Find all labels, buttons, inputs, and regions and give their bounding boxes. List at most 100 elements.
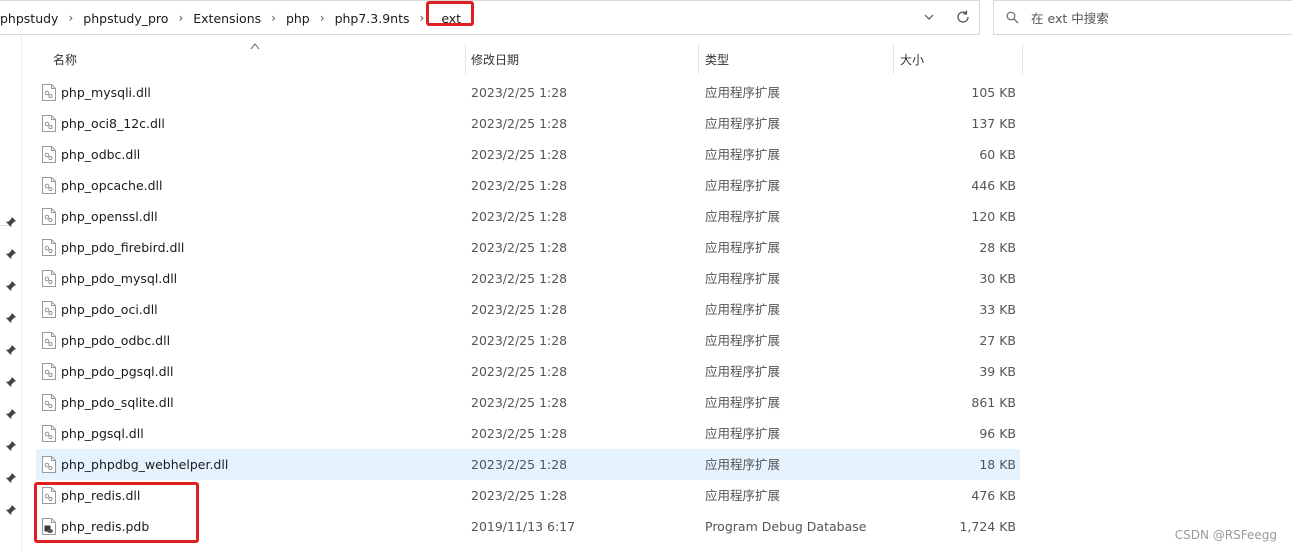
file-type: 应用程序扩展 xyxy=(705,209,781,224)
dll-file-icon xyxy=(42,332,56,349)
file-size: 120 KB xyxy=(971,209,1016,224)
column-header-date[interactable]: 修改日期 xyxy=(471,44,696,74)
pin-icon[interactable] xyxy=(5,504,17,516)
column-header-type[interactable]: 类型 xyxy=(705,44,890,74)
pin-icon[interactable] xyxy=(5,408,17,420)
pin-icon[interactable] xyxy=(5,248,17,260)
file-modified-date: 2023/2/25 1:28 xyxy=(471,488,568,503)
file-row[interactable]: php_pdo_mysql.dll 2023/2/25 1:28 应用程序扩展 30 … xyxy=(36,263,1020,294)
file-modified-date: 2023/2/25 1:28 xyxy=(471,85,568,100)
breadcrumb: phpstudy › phpstudy_pro › Extensions › p… xyxy=(0,0,475,35)
file-name: php_pdo_sqlite.dll xyxy=(61,395,174,410)
file-row[interactable]: php_odbc.dll 2023/2/25 1:28 应用程序扩展 60 KB xyxy=(36,139,1020,170)
chevron-down-icon[interactable] xyxy=(922,10,936,24)
file-modified-date: 2023/2/25 1:28 xyxy=(471,116,568,131)
file-modified-date: 2023/2/25 1:28 xyxy=(471,240,568,255)
breadcrumb-phpstudy[interactable]: phpstudy xyxy=(0,11,64,26)
file-modified-date: 2023/2/25 1:28 xyxy=(471,209,568,224)
file-size: 96 KB xyxy=(979,426,1016,441)
breadcrumb-phpstudy-pro[interactable]: phpstudy_pro xyxy=(77,11,174,26)
file-type: 应用程序扩展 xyxy=(705,147,781,162)
dll-file-icon xyxy=(42,301,56,318)
file-row[interactable]: php_pdo_odbc.dll 2023/2/25 1:28 应用程序扩展 27 K… xyxy=(36,325,1020,356)
file-size: 18 KB xyxy=(979,457,1016,472)
dll-file-icon xyxy=(42,208,56,225)
dll-file-icon xyxy=(42,239,56,256)
file-row[interactable]: php_phpdbg_webhelper.dll 2023/2/25 1:28 应用… xyxy=(36,449,1020,480)
chevron-right-icon[interactable]: › xyxy=(174,11,187,25)
file-row[interactable]: php_openssl.dll 2023/2/25 1:28 应用程序扩展 120 K… xyxy=(36,201,1020,232)
file-name: php_pdo_mysql.dll xyxy=(61,271,178,286)
dll-file-icon xyxy=(42,363,56,380)
file-row[interactable]: php_pdo_oci.dll 2023/2/25 1:28 应用程序扩展 33 KB xyxy=(36,294,1020,325)
file-size: 1,724 KB xyxy=(959,519,1016,534)
file-name: php_pdo_pgsql.dll xyxy=(61,364,174,379)
file-type: 应用程序扩展 xyxy=(705,178,781,193)
file-size: 137 KB xyxy=(971,116,1016,131)
chevron-right-icon[interactable]: › xyxy=(64,11,77,25)
file-size: 476 KB xyxy=(971,488,1016,503)
file-row[interactable]: php_mysqli.dll 2023/2/25 1:28 应用程序扩展 105 KB xyxy=(36,77,1020,108)
refresh-icon[interactable] xyxy=(955,9,971,25)
file-name: php_pgsql.dll xyxy=(61,426,144,441)
file-size: 28 KB xyxy=(979,240,1016,255)
pin-icon[interactable] xyxy=(5,312,17,324)
file-row[interactable]: php_opcache.dll 2023/2/25 1:28 应用程序扩展 446 K… xyxy=(36,170,1020,201)
breadcrumb-php[interactable]: php xyxy=(280,11,316,26)
file-size: 60 KB xyxy=(979,147,1016,162)
file-modified-date: 2023/2/25 1:28 xyxy=(471,302,568,317)
column-header-size[interactable]: 大小 xyxy=(900,44,1020,74)
file-row[interactable]: php_pdo_sqlite.dll 2023/2/25 1:28 应用程序扩展 86… xyxy=(36,387,1020,418)
file-type: 应用程序扩展 xyxy=(705,364,781,379)
file-modified-date: 2023/2/25 1:28 xyxy=(471,426,568,441)
search-placeholder: 在 ext 中搜索 xyxy=(1031,11,1109,26)
file-size: 39 KB xyxy=(979,364,1016,379)
file-name: php_phpdbg_webhelper.dll xyxy=(61,457,229,472)
dll-file-icon xyxy=(42,394,56,411)
column-header-name[interactable]: 名称 xyxy=(53,44,463,74)
file-size: 27 KB xyxy=(979,333,1016,348)
file-list: php_mysqli.dll 2023/2/25 1:28 应用程序扩展 105 KB… xyxy=(36,77,1020,542)
file-modified-date: 2023/2/25 1:28 xyxy=(471,364,568,379)
file-row[interactable]: php_pdo_firebird.dll 2023/2/25 1:28 应用程序扩展… xyxy=(36,232,1020,263)
file-name: php_mysqli.dll xyxy=(61,85,151,100)
column-divider[interactable] xyxy=(698,44,699,74)
file-modified-date: 2023/2/25 1:28 xyxy=(471,333,568,348)
file-row[interactable]: php_pgsql.dll 2023/2/25 1:28 应用程序扩展 96 KB xyxy=(36,418,1020,449)
address-bar[interactable]: phpstudy › phpstudy_pro › Extensions › p… xyxy=(0,0,980,35)
file-size: 105 KB xyxy=(971,85,1016,100)
file-name: php_opcache.dll xyxy=(61,178,163,193)
search-box[interactable]: 在 ext 中搜索 xyxy=(993,0,1292,35)
pin-icon[interactable] xyxy=(5,440,17,452)
file-row[interactable]: php_oci8_12c.dll 2023/2/25 1:28 应用程序扩展 137 … xyxy=(36,108,1020,139)
file-type: 应用程序扩展 xyxy=(705,116,781,131)
file-row[interactable]: php_pdo_pgsql.dll 2023/2/25 1:28 应用程序扩展 39 … xyxy=(36,356,1020,387)
breadcrumb-ext[interactable]: ext xyxy=(426,0,475,26)
file-type: 应用程序扩展 xyxy=(705,426,781,441)
breadcrumb-extensions[interactable]: Extensions xyxy=(187,11,267,26)
breadcrumb-php739nts[interactable]: php7.3.9nts xyxy=(329,11,416,26)
dll-file-icon xyxy=(42,270,56,287)
watermark: CSDN @RSFeegg xyxy=(1174,528,1277,542)
pin-icon[interactable] xyxy=(5,376,17,388)
file-size: 33 KB xyxy=(979,302,1016,317)
chevron-right-icon[interactable]: › xyxy=(267,11,280,25)
file-size: 446 KB xyxy=(971,178,1016,193)
pin-icon[interactable] xyxy=(5,344,17,356)
search-icon xyxy=(1006,11,1019,24)
column-header-date-label: 修改日期 xyxy=(471,52,520,67)
highlight-box xyxy=(34,482,199,543)
pin-icon[interactable] xyxy=(5,216,17,228)
column-divider[interactable] xyxy=(465,44,466,74)
pin-icon[interactable] xyxy=(5,472,17,484)
dll-file-icon xyxy=(42,425,56,442)
file-type: Program Debug Database xyxy=(705,519,867,534)
column-divider[interactable] xyxy=(893,44,894,74)
chevron-right-icon[interactable]: › xyxy=(316,11,329,25)
file-name: php_pdo_firebird.dll xyxy=(61,240,185,255)
file-type: 应用程序扩展 xyxy=(705,85,781,100)
column-divider[interactable] xyxy=(1022,44,1023,74)
pin-icon[interactable] xyxy=(5,280,17,292)
dll-file-icon xyxy=(42,177,56,194)
dll-file-icon xyxy=(42,84,56,101)
